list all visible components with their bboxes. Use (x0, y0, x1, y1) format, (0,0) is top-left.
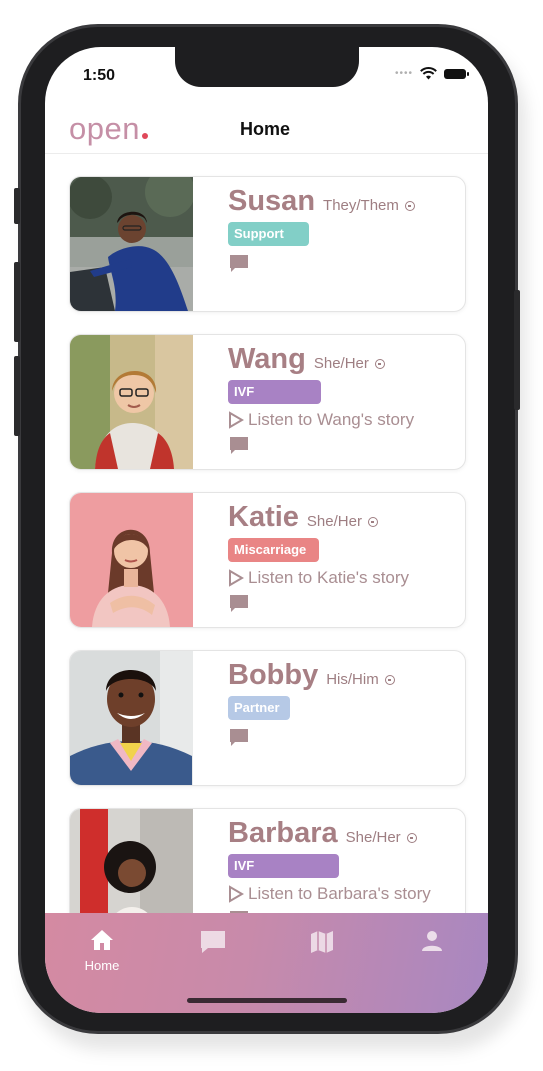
volume-up-button (14, 262, 20, 342)
profile-card-wang[interactable]: Wang She/Her IVF Listen to Wang's story (69, 334, 466, 470)
profile-name: Katie (228, 501, 299, 533)
logo-dot (141, 133, 148, 139)
battery-icon (444, 68, 469, 79)
profile-photo (70, 177, 193, 311)
pronoun-info-icon[interactable] (405, 201, 416, 211)
profile-name: Wang (228, 343, 306, 375)
pronouns-label: She/Her (307, 513, 379, 530)
pronouns-label: She/Her (346, 829, 417, 846)
message-icon[interactable] (228, 436, 250, 456)
pronoun-info-icon[interactable] (375, 359, 386, 369)
profile-photo (70, 809, 193, 913)
tag-badge: IVF (228, 380, 321, 404)
page-title: Home (240, 119, 291, 139)
profile-card-bobby[interactable]: Bobby His/Him Partner (69, 650, 466, 786)
profile-photo (70, 651, 193, 785)
volume-down-button (14, 356, 20, 436)
message-icon[interactable] (228, 254, 250, 274)
play-icon (229, 885, 244, 903)
mute-switch (14, 188, 20, 224)
listen-story-link[interactable]: Listen to Barbara's story (228, 884, 459, 904)
pronoun-info-icon[interactable] (406, 833, 417, 843)
profile-feed[interactable]: Susan They/Them Support Wang She/Her IVF… (45, 153, 488, 913)
tab-messages[interactable] (183, 929, 243, 960)
profile-card-susan[interactable]: Susan They/Them Support (69, 176, 466, 312)
profile-name: Bobby (228, 659, 319, 691)
tag-badge: IVF (228, 854, 339, 878)
listen-story-link[interactable]: Listen to Wang's story (228, 410, 459, 430)
home-icon (91, 930, 113, 950)
tab-label: Home (84, 958, 120, 973)
profile-card-katie[interactable]: Katie She/Her Miscarriage Listen to Kati… (69, 492, 466, 628)
profile-card-barbara[interactable]: Barbara She/Her IVF Listen to Barbara's … (69, 808, 466, 913)
home-indicator (187, 998, 347, 1003)
profile-photo (70, 493, 193, 627)
status-time: 1:50 (83, 67, 116, 84)
pronouns-label: His/Him (326, 671, 395, 688)
map-icon (311, 931, 333, 953)
status-icons: •••• (394, 67, 469, 80)
pronoun-info-icon[interactable] (368, 517, 379, 527)
app-logo[interactable]: open (69, 113, 148, 144)
power-button (514, 290, 520, 410)
profile-name: Barbara (228, 817, 338, 849)
pronouns-label: She/Her (314, 355, 386, 372)
tab-home[interactable]: Home (72, 929, 132, 973)
profile-name: Susan (228, 185, 316, 217)
signal-icon: •••• (394, 68, 413, 79)
play-icon (229, 411, 244, 429)
tag-badge: Partner (228, 696, 290, 720)
wifi-icon (420, 67, 437, 80)
profile-icon (422, 931, 442, 951)
tab-profile[interactable] (402, 929, 462, 958)
tag-badge: Support (228, 222, 309, 246)
message-icon[interactable] (228, 728, 250, 748)
tab-map[interactable] (292, 929, 352, 960)
top-navbar: open Home (45, 105, 488, 154)
notch (175, 47, 359, 87)
pronoun-info-icon[interactable] (384, 675, 395, 685)
pronouns-label: They/Them (323, 197, 416, 214)
profile-photo (70, 335, 193, 469)
play-icon (229, 569, 244, 587)
tag-badge: Miscarriage (228, 538, 319, 562)
chat-icon (201, 931, 225, 953)
listen-story-link[interactable]: Listen to Katie's story (228, 568, 459, 588)
message-icon[interactable] (228, 594, 250, 614)
bottom-tab-bar: Home (45, 913, 488, 1013)
phone-screen: 1:50 •••• open Home Susan They/Them Supp… (45, 47, 488, 1013)
